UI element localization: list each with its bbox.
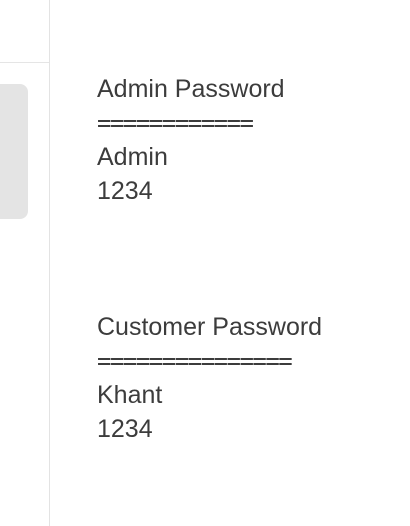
customer-credentials-block: Customer Password =============== Khant … <box>97 310 397 446</box>
note-editor[interactable]: Admin Password ============ Admin 1234 C… <box>97 72 397 446</box>
customer-username: Khant <box>97 381 163 409</box>
customer-password: 1234 <box>97 415 153 443</box>
admin-heading: Admin Password <box>97 75 285 103</box>
sidebar <box>0 0 50 526</box>
sidebar-selected-note[interactable] <box>0 84 28 219</box>
admin-username: Admin <box>97 143 168 171</box>
admin-separator: ============ <box>97 109 254 137</box>
customer-heading: Customer Password <box>97 313 323 341</box>
admin-password: 1234 <box>97 177 153 205</box>
admin-credentials-block: Admin Password ============ Admin 1234 <box>97 72 397 208</box>
sidebar-divider <box>0 62 49 63</box>
customer-separator: =============== <box>97 347 293 375</box>
